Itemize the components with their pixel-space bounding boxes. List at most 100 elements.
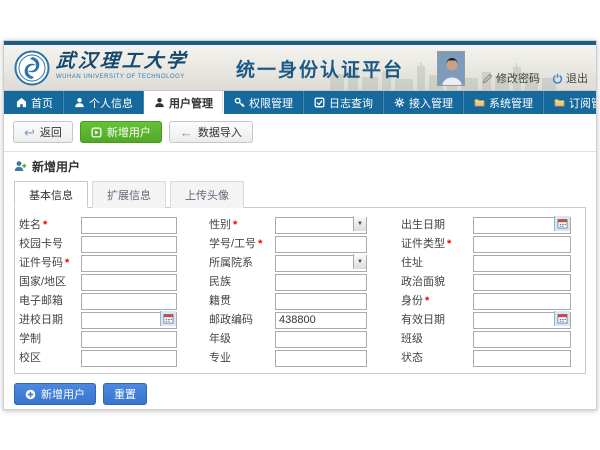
- change-password-link[interactable]: 修改密码: [482, 70, 540, 86]
- valid-date-label: 有效日期: [401, 311, 473, 327]
- enroll-date-label: 进校日期: [19, 311, 81, 327]
- email-input[interactable]: [81, 293, 177, 310]
- email-field: [81, 291, 177, 308]
- student-id-label: 学号/工号*: [209, 235, 275, 251]
- form-row-5: 电子邮箱籍贯身份*: [19, 291, 581, 308]
- gender-label: 性别*: [209, 216, 275, 232]
- gender-dropdown-button[interactable]: ▼: [353, 216, 366, 231]
- form-row-6: 进校日期邮政编码有效日期: [19, 310, 581, 327]
- platform-title: 统一身份认证平台: [236, 55, 404, 82]
- id-number-field: [81, 253, 177, 270]
- nav-tab-subscription-mgmt[interactable]: 订阅管理: [544, 91, 597, 114]
- grade-input[interactable]: [275, 331, 367, 348]
- form-row-7: 学制年级班级: [19, 329, 581, 346]
- nav-tab-system-mgmt[interactable]: 系统管理: [464, 91, 544, 114]
- submit-button-label: 新增用户: [41, 386, 85, 402]
- campus-card-label: 校园卡号: [19, 235, 81, 251]
- political-status-input[interactable]: [473, 274, 571, 291]
- header-links: 修改密码 退出: [482, 70, 588, 86]
- user-avatar[interactable]: [437, 51, 465, 86]
- name-label: 姓名*: [19, 216, 81, 232]
- major-input[interactable]: [275, 350, 367, 367]
- data-import-button[interactable]: ← 数据导入: [169, 121, 253, 143]
- department-dropdown-button[interactable]: ▼: [353, 254, 366, 269]
- pencil-icon: [482, 73, 493, 84]
- folder-icon: [554, 97, 565, 108]
- country-region-field: [81, 272, 177, 289]
- nav-tab-permission-mgmt[interactable]: 权限管理: [224, 91, 304, 114]
- country-region-label: 国家/地区: [19, 273, 81, 289]
- logout-link[interactable]: 退出: [552, 70, 588, 86]
- schooling-length-input[interactable]: [81, 331, 177, 348]
- nav-tab-home[interactable]: 首页: [4, 91, 64, 114]
- class-input[interactable]: [473, 331, 571, 348]
- form-actions: 新增用户 重置: [4, 374, 596, 410]
- nav-tab-user-mgmt[interactable]: 用户管理: [144, 91, 224, 114]
- major-label: 专业: [209, 349, 275, 365]
- id-type-input[interactable]: [473, 236, 571, 253]
- campus-field: [81, 348, 177, 365]
- native-place-input[interactable]: [275, 293, 367, 310]
- postal-code-field: [275, 310, 367, 327]
- form-row-4: 国家/地区民族政治面貌: [19, 272, 581, 289]
- nav-tab-label-home: 首页: [31, 95, 53, 111]
- birth-date-calendar-button[interactable]: [554, 216, 570, 231]
- nav-tab-log-query[interactable]: 日志查询: [304, 91, 384, 114]
- id-number-input[interactable]: [81, 255, 177, 272]
- required-asterisk: *: [447, 238, 451, 250]
- back-button[interactable]: ↩ 返回: [13, 121, 73, 143]
- campus-card-input[interactable]: [81, 236, 177, 253]
- user-plus-icon: [14, 160, 27, 173]
- add-user-toolbar-label: 新增用户: [107, 124, 151, 140]
- back-arrow-icon: ↩: [24, 126, 35, 139]
- email-label: 电子邮箱: [19, 292, 81, 308]
- tab-basic-info[interactable]: 基本信息: [14, 181, 88, 208]
- political-status-field: [473, 272, 571, 289]
- university-name-cn: 武汉理工大学: [55, 52, 189, 72]
- ethnicity-input[interactable]: [275, 274, 367, 291]
- tab-upload-avatar[interactable]: 上传头像: [170, 181, 244, 208]
- nav-tab-label-log-query: 日志查询: [329, 95, 373, 111]
- class-field: [473, 329, 571, 346]
- tab-extended-info[interactable]: 扩展信息: [92, 181, 166, 208]
- valid-date-calendar-button[interactable]: [554, 311, 570, 326]
- logout-label: 退出: [566, 70, 588, 86]
- address-input[interactable]: [473, 255, 571, 272]
- avatar-photo: [438, 52, 465, 86]
- nav-tab-label-subscription-mgmt: 订阅管理: [569, 95, 597, 111]
- schooling-length-field: [81, 329, 177, 346]
- reset-button-label: 重置: [114, 386, 136, 402]
- basic-info-panel: 姓名*性别*▼出生日期校园卡号学号/工号*证件类型*证件号码*所属院系▼住址国家…: [14, 207, 586, 374]
- reset-button[interactable]: 重置: [103, 383, 147, 405]
- identity-input[interactable]: [473, 293, 571, 310]
- birth-date-field: [473, 215, 571, 232]
- valid-date-field: [473, 310, 571, 327]
- postal-code-input[interactable]: [275, 312, 367, 329]
- campus-input[interactable]: [81, 350, 177, 367]
- required-asterisk: *: [65, 257, 69, 269]
- id-type-label: 证件类型*: [401, 235, 473, 251]
- country-region-input[interactable]: [81, 274, 177, 291]
- nav-tab-access-mgmt[interactable]: 接入管理: [384, 91, 464, 114]
- form-row-1: 姓名*性别*▼出生日期: [19, 215, 581, 232]
- status-input[interactable]: [473, 350, 571, 367]
- nav-tab-label-system-mgmt: 系统管理: [489, 95, 533, 111]
- nav-tab-label-user-mgmt: 用户管理: [169, 95, 213, 111]
- nav-tab-label-permission-mgmt: 权限管理: [249, 95, 293, 111]
- ethnicity-label: 民族: [209, 273, 275, 289]
- nav-tab-profile[interactable]: 个人信息: [64, 91, 144, 114]
- name-input[interactable]: [81, 217, 177, 234]
- enroll-date-calendar-button[interactable]: [160, 311, 176, 326]
- required-asterisk: *: [258, 238, 262, 250]
- power-icon: [552, 73, 563, 84]
- form-tabs: 基本信息扩展信息上传头像: [4, 181, 596, 208]
- native-place-field: [275, 291, 367, 308]
- add-user-toolbar-button[interactable]: 新增用户: [80, 121, 162, 143]
- grade-label: 年级: [209, 330, 275, 346]
- university-name-en: WUHAN UNIVERSITY OF TECHNOLOGY: [56, 74, 188, 80]
- submit-add-user-button[interactable]: 新增用户: [14, 383, 96, 405]
- student-id-input[interactable]: [275, 236, 367, 253]
- required-asterisk: *: [425, 295, 429, 307]
- home-icon: [16, 97, 27, 108]
- app-header: 武汉理工大学 WUHAN UNIVERSITY OF TECHNOLOGY 统一…: [4, 45, 596, 91]
